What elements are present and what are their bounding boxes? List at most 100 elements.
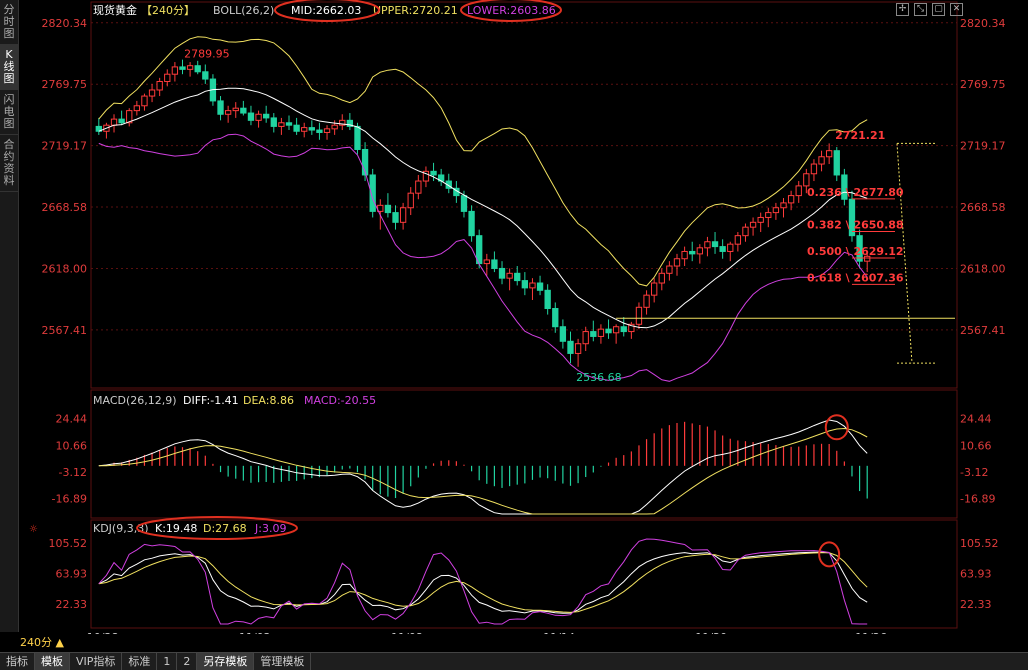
candle-body [164,73,171,82]
price-tick-left: 2668.58 [42,201,88,214]
candle-body [316,129,323,133]
candle-body [415,180,422,194]
candle-body [460,195,468,212]
sidebar-tab-2[interactable]: 闪电图 [0,90,18,135]
price-tick-left: 2618.00 [42,262,88,275]
candle-body [118,118,125,124]
candle-body [407,192,414,209]
boll-mid-line [98,87,868,329]
candle-body [263,113,270,119]
candle-body [331,124,338,130]
candle-body [780,202,787,209]
close-icon[interactable]: ✕ [950,3,963,16]
macd-tick-right: -16.89 [960,492,995,505]
macd-diff-line [98,419,868,515]
candle-body [202,71,209,80]
candle-body [483,259,490,265]
boll-lower-line [98,133,868,382]
candle-body [392,212,399,223]
candle-body [468,210,475,237]
kdj-tick-left: 63.93 [56,567,88,580]
bottom-tab-5[interactable]: 2 [177,653,198,670]
kdj-k: K:19.48 [155,522,197,535]
candle-body [194,65,201,73]
candle-body [301,127,308,132]
price-tick-left: 2769.75 [42,78,88,91]
candle-body [559,326,567,342]
fib-level-label: 0.618 \ 2607.36 [807,271,904,284]
date-label: 11/08 [391,631,423,634]
date-label: 11/26 [855,631,887,634]
bottom-tab-3[interactable]: 标准 [122,653,158,670]
candle-body [498,267,506,279]
low-label: 2536.68 [576,371,622,384]
candle-body [544,289,551,310]
highlight-ellipse [818,541,841,568]
candle-body [605,328,612,334]
bottom-tab-6[interactable]: 另存模板 [197,653,255,670]
candle-body [772,207,780,214]
fib-level-label: 0.500 \ 2629.12 [807,245,904,258]
boll-upper-line [98,36,868,287]
candle-body [825,150,833,158]
macd-tick-left: -16.89 [52,492,87,505]
macd-label: MACD(26,12,9) [93,394,177,407]
period-selector[interactable]: 240分 ▲ [20,634,64,650]
kline-chart[interactable]: 2820.34 2820.34 2769.75 2769.75 2719.17 2719.… [19,0,1028,634]
candle-body [673,258,681,267]
kdj-tick-left: 22.33 [56,598,88,611]
sidebar-tab-0[interactable]: 分时图 [0,0,18,45]
kdj-tick-right: 63.93 [960,567,992,580]
candle-body [590,331,597,337]
candle-body [217,100,224,115]
candle-body [635,306,643,325]
candle-body [247,112,255,121]
macd-tick-left: 10.66 [56,439,88,452]
candle-body [749,221,757,228]
candle-body [597,328,605,337]
candle-body [255,113,262,121]
window-icon[interactable]: ▢ [932,3,945,16]
kdj-j: J:3.09 [254,522,286,535]
candle-body [529,282,536,289]
date-label: 11/20 [695,631,727,634]
price-tick-right: 2719.17 [960,140,1006,153]
price-tick-left: 2719.17 [42,140,88,153]
boll-mid-value: MID:2662.03 [291,4,361,17]
candle-body [224,110,232,115]
candle-body [384,204,392,214]
candle-body [506,272,513,279]
candle-body [521,280,529,289]
kdj-d: D:27.68 [203,522,247,535]
candle-body [232,107,239,112]
sidebar-tab-3[interactable]: 合约资料 [0,135,18,192]
candle-body [133,105,141,112]
shrink-icon[interactable]: ⤡ [914,3,927,16]
bottom-tab-4[interactable]: 1 [157,653,178,670]
kdj-tick-right: 105.52 [960,537,999,550]
bottom-tab-7[interactable]: 管理模板 [254,653,312,670]
candle-body [156,80,163,91]
highlight-ellipse [824,414,849,441]
candle-body [110,118,118,126]
date-label: 11/14 [543,631,575,634]
bottom-tab-1[interactable]: 模板 [35,653,70,670]
candle-body [696,247,703,255]
candle-body [711,241,719,248]
fib-level-label: 0.382 \ 2650.88 [807,219,904,232]
bottom-tab-0[interactable]: 指标 [0,653,35,670]
candle-body [734,235,742,245]
bottom-tab-2[interactable]: VIP指标 [70,653,123,670]
candle-body [765,212,772,218]
bottom-toolbar: 指标 模板 VIP指标 标准 1 2 另存模板 管理模板 [0,652,1028,670]
date-label: 11/02 [239,631,271,634]
candle-body [399,207,407,223]
candle-body [270,117,277,127]
candle-body [833,150,840,176]
kdj-settings-icon: ☼ [29,524,38,535]
candle-body [719,246,726,252]
price-tick-left: 2567.41 [42,324,88,337]
crosshair-icon[interactable]: ✢ [896,3,909,16]
sidebar-tab-1[interactable]: K线图 [0,45,18,90]
candle-body [757,216,764,223]
